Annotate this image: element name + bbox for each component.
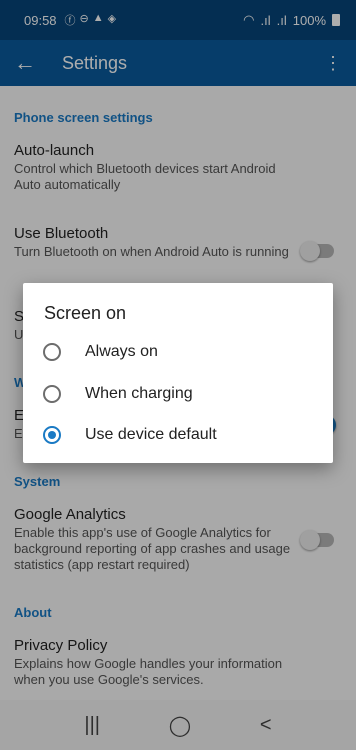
option-always-on[interactable]: Always on xyxy=(43,335,313,369)
option-when-charging[interactable]: When charging xyxy=(43,377,313,411)
screen-on-dialog: Screen on Always on When charging Use de… xyxy=(23,283,333,463)
option-label: Always on xyxy=(85,343,158,360)
option-label: When charging xyxy=(85,385,193,402)
radio-unchecked-icon[interactable] xyxy=(43,343,61,361)
option-label: Use device default xyxy=(85,426,217,443)
radio-unchecked-icon[interactable] xyxy=(43,385,61,403)
dialog-title: Screen on xyxy=(44,303,127,323)
option-use-device-default[interactable]: Use device default xyxy=(43,418,313,452)
radio-checked-icon[interactable] xyxy=(43,426,61,444)
